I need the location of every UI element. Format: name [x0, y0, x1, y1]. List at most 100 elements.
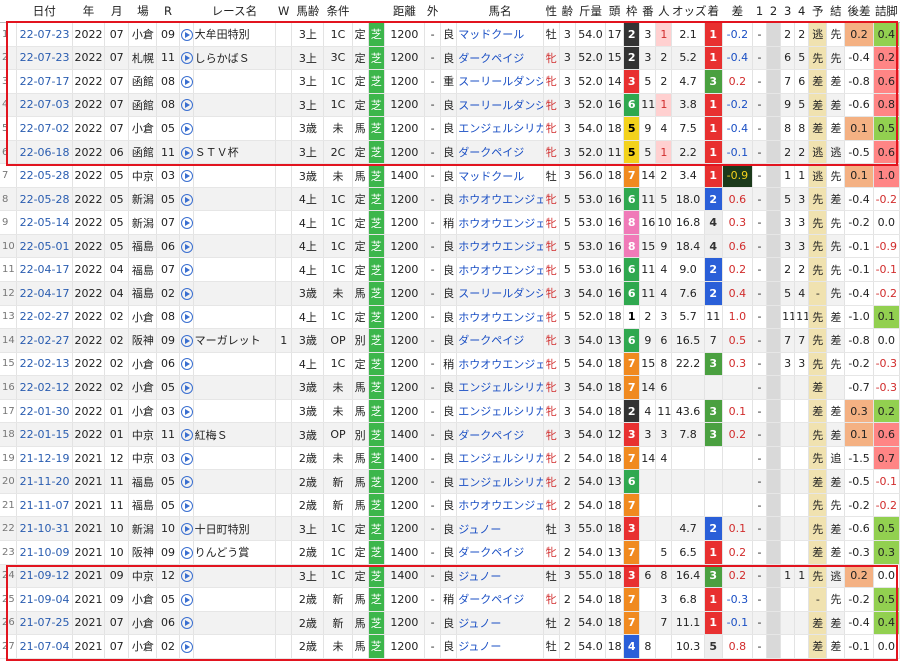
play-video-icon[interactable] — [180, 381, 193, 394]
play-video-icon[interactable] — [180, 240, 193, 253]
play-video-icon[interactable] — [180, 358, 193, 371]
table-row[interactable]: 1522-02-13202202小倉064上1C定芝1200-稍ホウオウエンジェ… — [0, 352, 900, 377]
cell-horse[interactable]: マッドクール — [456, 163, 544, 188]
play-video-icon[interactable] — [180, 546, 193, 559]
cell-date[interactable]: 22-05-01 — [16, 234, 73, 259]
cell-play[interactable] — [179, 587, 194, 612]
column-header-31[interactable]: 予 — [808, 0, 827, 23]
cell-date[interactable]: 21-12-19 — [16, 446, 73, 471]
cell-date[interactable]: 21-10-31 — [16, 516, 73, 542]
table-row[interactable]: 20 21-11-20 2021 11 福島 05 2歳新馬芝 1200- 良エンジェルシリカ牝… — [0, 469, 900, 494]
cell-horse[interactable]: ジュノー — [456, 634, 544, 659]
table-row[interactable]: 14 22-02-27 2022 02 阪神 09 マーガレット 1 3歳 OP 別芝 1200- 良ダ… — [0, 328, 900, 353]
column-header-0[interactable] — [0, 0, 17, 23]
table-row[interactable]: 16 22-02-12 2022 02 小倉 05 3歳未馬芝 1200- 良エンジェルシリカ牝… — [0, 375, 900, 400]
cell-play[interactable] — [179, 46, 194, 71]
play-video-icon[interactable] — [180, 217, 193, 230]
column-header-28[interactable]: 2 — [766, 0, 781, 23]
cell-horse[interactable]: エンジェルシリカ — [456, 446, 544, 471]
cell-horse[interactable]: ホウオウエンジェル — [456, 257, 544, 283]
cell-date[interactable]: 22-05-14 — [16, 210, 73, 235]
cell-date[interactable]: 22-06-18 — [16, 140, 73, 165]
cell-play[interactable] — [179, 611, 194, 636]
table-row[interactable]: 27 21-07-04 2021 07 小倉 02 2歳未馬芝 1200- 良ジュノー牡 2 54.… — [0, 634, 900, 659]
cell-horse[interactable]: マッドクール — [456, 22, 544, 47]
column-header-22[interactable]: 番 — [639, 0, 656, 23]
cell-play[interactable] — [179, 634, 194, 659]
column-header-4[interactable]: 場 — [128, 0, 157, 23]
play-video-icon[interactable] — [180, 640, 193, 653]
play-video-icon[interactable] — [180, 193, 193, 206]
column-header-29[interactable]: 3 — [780, 0, 795, 23]
cell-date[interactable]: 22-02-27 — [16, 328, 73, 353]
table-row[interactable]: 5 22-07-02 2022 07 小倉 05 3歳未馬芝 1200- 良エンジェルシリカ牝 3… — [0, 116, 900, 141]
table-row[interactable]: 422-07-03202207函館083上1C定芝1200-良スーリールダンジュ… — [0, 93, 900, 118]
cell-date[interactable]: 22-05-28 — [16, 163, 73, 188]
column-header-23[interactable]: 人 — [655, 0, 672, 23]
cell-date[interactable]: 21-07-25 — [16, 611, 73, 636]
table-row[interactable]: 2121-11-07202111福島052歳新馬芝1200-良ホウオウエンジェル… — [0, 493, 900, 518]
cell-play[interactable] — [179, 305, 194, 330]
table-row[interactable]: 26 21-07-25 2021 07 小倉 06 2歳新馬芝 1200- 良ジュノー牡 2 54.… — [0, 611, 900, 636]
play-video-icon[interactable] — [180, 405, 193, 418]
column-header-2[interactable]: 年 — [72, 0, 105, 23]
column-header-16[interactable]: 馬名 — [456, 0, 544, 23]
table-row[interactable]: 23 21-10-09 2021 10 阪神 09 りんどう賞 2歳 1C 定芝 1400- 良ダーク… — [0, 540, 900, 565]
column-header-7[interactable]: レース名 — [193, 0, 276, 23]
cell-play[interactable] — [179, 140, 194, 165]
column-header-30[interactable]: 4 — [794, 0, 809, 23]
column-header-20[interactable]: 頭 — [605, 0, 624, 23]
cell-play[interactable] — [179, 375, 194, 400]
table-row[interactable]: 6 22-06-18 2022 06 函館 11 ＳＴＶ杯 3上 2C 定芝 1200- 良ダークペイ… — [0, 140, 900, 165]
cell-horse[interactable]: エンジェルシリカ — [456, 116, 544, 141]
column-header-9[interactable]: 馬齢 — [291, 0, 324, 23]
cell-horse[interactable]: ジュノー — [456, 564, 544, 589]
column-header-26[interactable]: 差 — [722, 0, 753, 23]
cell-date[interactable]: 21-09-04 — [16, 587, 73, 612]
cell-horse[interactable]: ジュノー — [456, 516, 544, 542]
cell-date[interactable]: 22-07-23 — [16, 22, 73, 47]
column-header-6[interactable] — [179, 0, 194, 23]
cell-play[interactable] — [179, 210, 194, 235]
column-header-15[interactable] — [440, 0, 457, 23]
cell-play[interactable] — [179, 446, 194, 471]
cell-date[interactable]: 22-01-30 — [16, 399, 73, 424]
table-row[interactable]: 922-05-14202205新潟074上1C定芝1200-稍ホウオウエンジェル… — [0, 210, 900, 235]
cell-date[interactable]: 21-11-07 — [16, 493, 73, 518]
table-row[interactable]: 25 21-09-04 2021 09 小倉 05 2歳新馬芝 1200- 稍ダークペイジ牝 2 5… — [0, 587, 900, 612]
column-header-1[interactable]: 日付 — [16, 0, 73, 23]
cell-date[interactable]: 22-04-17 — [16, 281, 73, 306]
play-video-icon[interactable] — [180, 99, 193, 112]
column-header-34[interactable]: 詰脚 — [873, 0, 900, 23]
table-row[interactable]: 19 21-12-19 2021 12 中京 03 2歳未馬芝 1400- 良エンジェルシリカ牝… — [0, 446, 900, 471]
column-header-24[interactable]: オッズ — [671, 0, 706, 23]
table-row[interactable]: 2 22-07-23 2022 07 札幌 11 しらかばＳ 3上 3C 定芝 1200- 良ダークペ… — [0, 46, 900, 71]
cell-play[interactable] — [179, 22, 194, 47]
column-header-32[interactable]: 結 — [826, 0, 845, 23]
cell-play[interactable] — [179, 69, 194, 94]
play-video-icon[interactable] — [180, 287, 193, 300]
play-video-icon[interactable] — [180, 122, 193, 135]
column-header-14[interactable]: 外 — [424, 0, 441, 23]
column-header-13[interactable]: 距離 — [384, 0, 425, 23]
cell-date[interactable]: 21-11-20 — [16, 469, 73, 494]
column-header-5[interactable]: R — [156, 0, 180, 23]
play-video-icon[interactable] — [180, 311, 193, 324]
table-row[interactable]: 322-07-17202207函館083上1C定芝1200-重スーリールダンジュ… — [0, 69, 900, 94]
cell-date[interactable]: 22-02-27 — [16, 305, 73, 330]
cell-play[interactable] — [179, 516, 194, 542]
cell-horse[interactable]: ダークペイジ — [456, 587, 544, 612]
cell-play[interactable] — [179, 564, 194, 589]
column-header-33[interactable]: 後差 — [844, 0, 874, 23]
cell-horse[interactable]: エンジェルシリカ — [456, 399, 544, 424]
cell-horse[interactable]: エンジェルシリカ — [456, 469, 544, 494]
table-row[interactable]: 1122-04-17202204福島074上1C定芝1200-良ホウオウエンジェ… — [0, 257, 900, 283]
cell-play[interactable] — [179, 469, 194, 494]
cell-date[interactable]: 22-07-03 — [16, 93, 73, 118]
cell-play[interactable] — [179, 93, 194, 118]
play-video-icon[interactable] — [180, 52, 193, 65]
cell-horse[interactable]: スーリールダンジュ — [456, 281, 544, 306]
column-header-19[interactable]: 斤量 — [575, 0, 606, 23]
cell-play[interactable] — [179, 163, 194, 188]
cell-horse[interactable]: スーリールダンジュ — [456, 93, 544, 118]
